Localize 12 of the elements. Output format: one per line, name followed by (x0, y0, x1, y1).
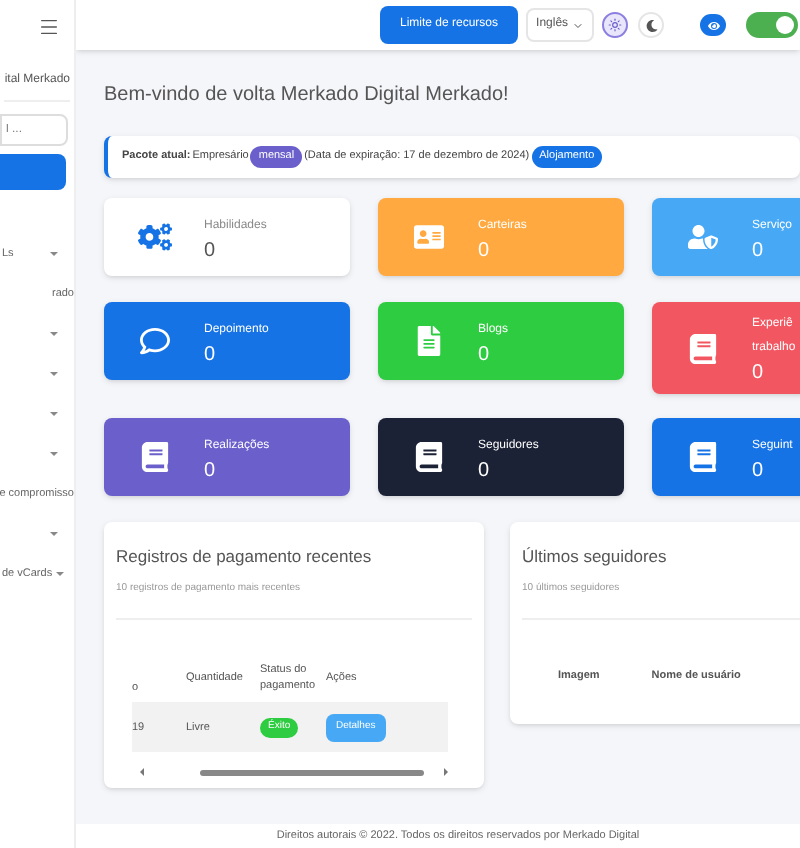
card-value: 0 (478, 241, 492, 261)
card-value: 0 (204, 345, 218, 365)
card-value: 0 (204, 461, 218, 481)
card-value: 0 (204, 241, 218, 261)
panel-title: Registros de pagamento recentes (116, 544, 374, 570)
card-value: 0 (478, 461, 492, 481)
card-value: 0 (752, 241, 766, 261)
welcome-heading: Bem-vindo de volta Merkado Digital Merkado! (104, 82, 511, 110)
card-value: 0 (752, 461, 766, 481)
card-value: 0 (752, 364, 766, 384)
card-value: 0 (478, 345, 492, 365)
panel-title: Últimos seguidores (522, 544, 669, 570)
